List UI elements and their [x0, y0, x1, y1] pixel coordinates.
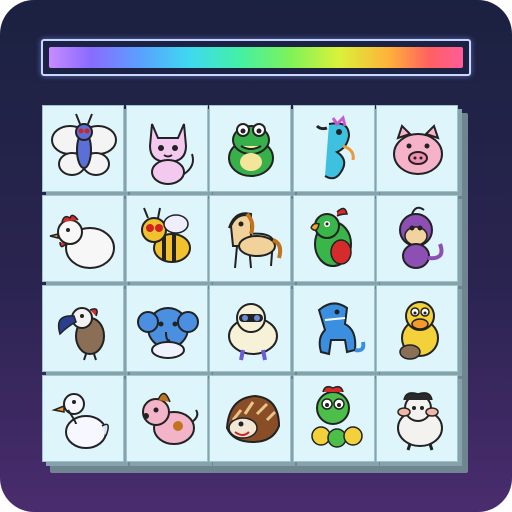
dog-icon	[142, 392, 199, 445]
bee-icon	[141, 207, 191, 263]
tile-r3-c4[interactable]	[293, 285, 375, 372]
tile-board	[42, 105, 472, 475]
tile-r1-c5[interactable]	[376, 105, 458, 192]
seahorse-icon	[315, 115, 355, 180]
tile-r1-c4[interactable]	[293, 105, 375, 192]
cat-icon	[148, 123, 194, 185]
tile-r2-c4[interactable]	[293, 195, 375, 282]
dinosaur-icon	[317, 302, 366, 356]
game-background	[0, 0, 512, 512]
tile-r3-c3[interactable]	[209, 285, 291, 372]
duck-icon	[399, 301, 439, 360]
frog-icon	[228, 123, 274, 177]
tile-r4-c2[interactable]	[126, 375, 208, 462]
ram-icon	[397, 392, 443, 451]
tile-r2-c1[interactable]	[42, 195, 124, 282]
hedgehog-icon	[225, 394, 281, 444]
monkey-icon	[399, 206, 444, 269]
tile-r1-c1[interactable]	[42, 105, 124, 192]
goose-icon	[51, 393, 109, 449]
toucan-icon	[57, 307, 105, 361]
time-remaining-fill	[49, 47, 463, 68]
tile-r3-c5[interactable]	[376, 285, 458, 372]
butterfly-icon	[51, 113, 117, 176]
horse-icon	[228, 212, 283, 269]
sheep-icon	[228, 303, 278, 361]
tile-r4-c5[interactable]	[376, 375, 458, 462]
tile-r3-c1[interactable]	[42, 285, 124, 372]
pig-icon	[393, 124, 443, 175]
chicken-icon	[49, 214, 115, 269]
tile-r1-c2[interactable]	[126, 105, 208, 192]
tile-r3-c2[interactable]	[126, 285, 208, 372]
caterpillar-icon	[311, 385, 363, 448]
elephant-icon	[137, 307, 199, 359]
tile-r4-c4[interactable]	[293, 375, 375, 462]
tile-r2-c2[interactable]	[126, 195, 208, 282]
tile-r4-c1[interactable]	[42, 375, 124, 462]
tile-r2-c5[interactable]	[376, 195, 458, 282]
parrot-icon	[310, 207, 352, 267]
tile-r1-c3[interactable]	[209, 105, 291, 192]
tile-r2-c3[interactable]	[209, 195, 291, 282]
tile-r4-c3[interactable]	[209, 375, 291, 462]
time-remaining-bar	[41, 39, 471, 76]
